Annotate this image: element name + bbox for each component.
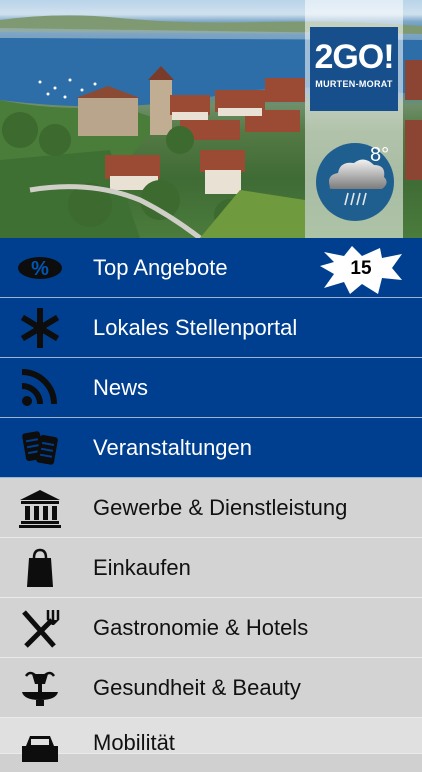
menu-item-label: Gewerbe & Dienstleistung: [93, 495, 348, 520]
menu-item-einkaufen[interactable]: Einkaufen: [0, 538, 422, 598]
menu-item-top-angebote[interactable]: % Top Angebote 15: [0, 238, 422, 298]
logo-main-text: 2GO!: [314, 38, 394, 76]
menu-item-label: Gesundheit & Beauty: [93, 675, 301, 700]
menu-item-label: Einkaufen: [93, 555, 191, 580]
menu-item-label: Lokales Stellenportal: [93, 315, 298, 340]
percent-icon: %: [18, 257, 62, 280]
menu-item-mobilitaet[interactable]: Mobilität: [0, 718, 422, 762]
shopping-bag-icon: [27, 548, 53, 587]
offers-count-badge: 15: [318, 244, 404, 296]
menu-item-gewerbe[interactable]: Gewerbe & Dienstleistung: [0, 478, 422, 538]
fork-knife-icon: [22, 610, 60, 648]
fountain-icon: [22, 671, 58, 706]
menu-item-gesundheit[interactable]: Gesundheit & Beauty: [0, 658, 422, 718]
tickets-icon: [22, 431, 58, 465]
menu-item-label: News: [93, 375, 149, 400]
menu-item-label: Gastronomie & Hotels: [93, 615, 309, 640]
menu-item-gastronomie[interactable]: Gastronomie & Hotels: [0, 598, 422, 658]
menu-item-label: Veranstaltungen: [93, 435, 253, 460]
menu-item-veranstaltungen[interactable]: Veranstaltungen: [0, 418, 422, 478]
logo-sub-text: MURTEN-MORAT: [315, 79, 393, 89]
asterisk-icon: [20, 308, 60, 348]
car-icon: [22, 736, 58, 762]
menu-item-label: Top Angebote: [93, 255, 228, 280]
app-logo: 2GO! MURTEN-MORAT: [310, 27, 398, 111]
bank-icon: [19, 490, 61, 528]
main-menu: % Top Angebote 15 Lokales Stellenportal …: [0, 238, 422, 762]
menu-item-news[interactable]: News: [0, 358, 422, 418]
menu-item-stellenportal[interactable]: Lokales Stellenportal: [0, 298, 422, 358]
svg-text:%: %: [31, 258, 49, 280]
temperature-label: 8°: [370, 144, 390, 166]
menu-item-label: Mobilität: [93, 730, 175, 755]
rss-icon: [21, 369, 57, 406]
badge-count: 15: [350, 258, 372, 279]
